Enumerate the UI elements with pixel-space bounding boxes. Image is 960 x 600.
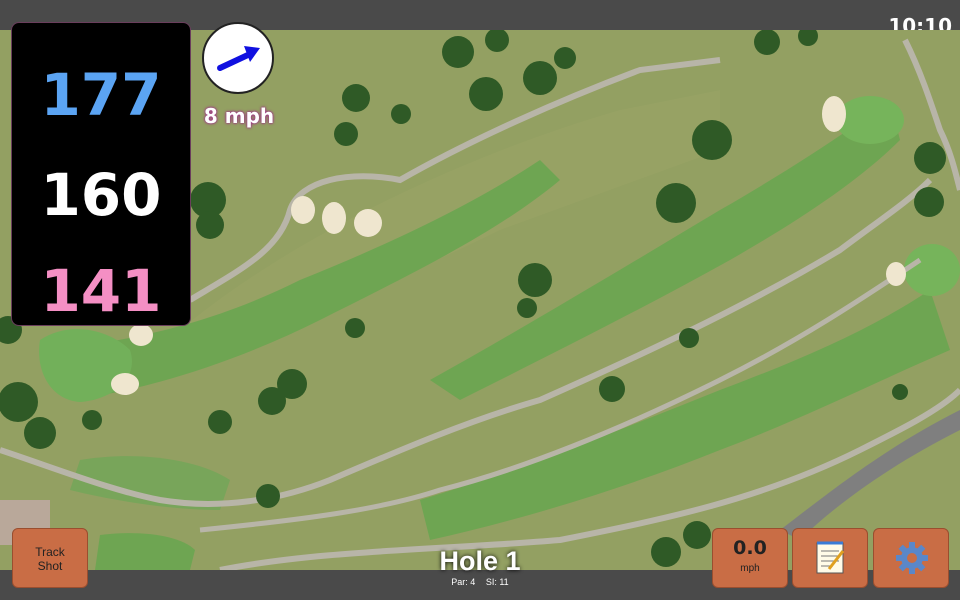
wind-speed: 8 mph <box>203 104 275 128</box>
back-distance: 177 <box>40 61 162 129</box>
arrow-icon <box>217 46 260 71</box>
wind-indicator <box>202 22 274 94</box>
middle-distance: 160 <box>40 161 162 229</box>
hole-info: Par: 4 SI: 11 <box>380 577 580 587</box>
gear-icon <box>896 542 928 574</box>
hole-stroke-index: SI: 11 <box>485 577 509 587</box>
front-distance: 141 <box>40 257 162 325</box>
notes-button[interactable] <box>792 528 868 588</box>
track-shot-button[interactable]: Track Shot <box>12 528 88 588</box>
speed-unit: mph <box>740 563 760 574</box>
track-shot-label-line1: Track <box>35 545 65 559</box>
speed-button[interactable]: 0.0 mph <box>712 528 788 588</box>
notepad-icon <box>816 541 845 574</box>
track-shot-label-line2: Shot <box>37 559 63 573</box>
hole-title: Hole 1 <box>439 546 521 576</box>
distance-panel: 177 160 141 <box>11 22 191 326</box>
speed-value: 0.0 <box>733 537 767 559</box>
hole-par: Par: 4 <box>451 577 476 587</box>
settings-button[interactable] <box>873 528 949 588</box>
